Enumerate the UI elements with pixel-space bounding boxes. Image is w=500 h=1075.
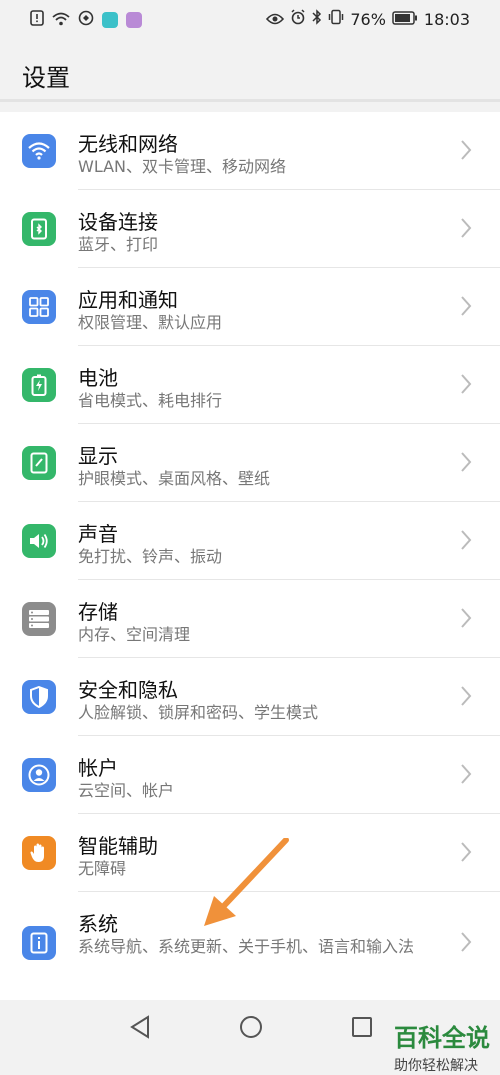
- settings-item-apps[interactable]: 应用和通知 权限管理、默认应用: [0, 268, 500, 346]
- recents-square-icon[interactable]: [350, 1014, 374, 1040]
- speaker-icon: [22, 524, 56, 558]
- wifi-icon: [22, 134, 56, 168]
- chevron-right-icon: [461, 140, 472, 160]
- settings-item-wireless[interactable]: 无线和网络 WLAN、双卡管理、移动网络: [0, 112, 500, 190]
- item-subtitle: 人脸解锁、锁屏和密码、学生模式: [78, 703, 319, 722]
- settings-item-storage[interactable]: 存储 内存、空间清理: [0, 580, 500, 658]
- wifi-status-icon: [52, 11, 70, 30]
- account-icon: [22, 758, 56, 792]
- apps-grid-icon: [22, 290, 56, 324]
- item-label: 无线和网络: [78, 132, 178, 156]
- settings-item-security[interactable]: 安全和隐私 人脸解锁、锁屏和密码、学生模式: [0, 658, 500, 736]
- hotspot-icon: [78, 10, 94, 30]
- settings-item-account[interactable]: 帐户 云空间、帐户: [0, 736, 500, 814]
- item-subtitle: 内存、空间清理: [78, 625, 191, 644]
- watermark-subtitle: 助你轻松解决: [394, 1058, 478, 1074]
- settings-item-sound[interactable]: 声音 免打扰、铃声、振动: [0, 502, 500, 580]
- item-label: 应用和通知: [78, 288, 178, 312]
- item-label: 电池: [78, 366, 118, 390]
- alert-icon: [30, 10, 44, 30]
- chevron-right-icon: [461, 452, 472, 472]
- bluetooth-icon: [312, 9, 322, 29]
- system-info-icon: [22, 926, 56, 960]
- settings-item-display[interactable]: 显示 护眼模式、桌面风格、壁纸: [0, 424, 500, 502]
- display-icon: [22, 446, 56, 480]
- item-label: 声音: [78, 522, 118, 546]
- item-subtitle: 免打扰、铃声、振动: [78, 547, 223, 566]
- home-circle-icon[interactable]: [238, 1014, 264, 1040]
- shield-icon: [22, 680, 56, 714]
- title-bar: 设置: [0, 40, 500, 102]
- chevron-right-icon: [461, 608, 472, 628]
- item-label: 智能辅助: [78, 834, 158, 858]
- chevron-right-icon: [461, 374, 472, 394]
- clock: 18:03: [423, 9, 470, 29]
- status-right: 76% 18:03: [266, 9, 470, 29]
- battery-status-icon: [392, 10, 418, 29]
- item-subtitle: 护眼模式、桌面风格、壁纸: [78, 469, 271, 488]
- item-subtitle: WLAN、双卡管理、移动网络: [78, 157, 287, 176]
- chevron-right-icon: [461, 764, 472, 784]
- item-subtitle: 云空间、帐户: [78, 781, 175, 800]
- battery-icon: [22, 368, 56, 402]
- chevron-right-icon: [461, 842, 472, 862]
- item-label: 显示: [78, 444, 118, 468]
- chevron-right-icon: [461, 296, 472, 316]
- eye-icon: [266, 10, 285, 29]
- watermark-title: 百科全说: [394, 1024, 490, 1052]
- storage-icon: [22, 602, 56, 636]
- watermark-logo: 百科全说 助你轻松解决: [394, 1018, 490, 1075]
- status-left-icons: [30, 10, 142, 30]
- app-notification-icon-2: [126, 12, 142, 28]
- chevron-right-icon: [461, 218, 472, 238]
- back-triangle-icon[interactable]: [128, 1014, 152, 1040]
- alarm-icon: [290, 9, 306, 29]
- app-notification-icon: [102, 12, 118, 28]
- battery-percent: 76%: [350, 9, 386, 29]
- chevron-right-icon: [461, 530, 472, 550]
- item-subtitle: 蓝牙、打印: [78, 235, 159, 254]
- item-label: 设备连接: [78, 210, 158, 234]
- item-label: 帐户: [78, 756, 118, 780]
- item-subtitle: 权限管理、默认应用: [78, 313, 223, 332]
- item-subtitle: 省电模式、耗电排行: [78, 391, 223, 410]
- vibrate-icon: [328, 9, 344, 29]
- annotation-arrow-icon: [204, 838, 289, 926]
- page-title: 设置: [22, 64, 70, 92]
- settings-item-battery[interactable]: 电池 省电模式、耗电排行: [0, 346, 500, 424]
- item-subtitle: 系统导航、系统更新、关于手机、语言和输入法: [78, 937, 415, 956]
- item-label: 系统: [78, 912, 118, 936]
- settings-item-device-connection[interactable]: 设备连接 蓝牙、打印: [0, 190, 500, 268]
- item-label: 存储: [78, 600, 118, 624]
- chevron-right-icon: [461, 686, 472, 706]
- status-bar: 76% 18:03: [0, 0, 500, 40]
- item-label: 安全和隐私: [78, 678, 178, 702]
- hand-icon: [22, 836, 56, 870]
- device-connection-icon: [22, 212, 56, 246]
- chevron-right-icon: [461, 932, 472, 952]
